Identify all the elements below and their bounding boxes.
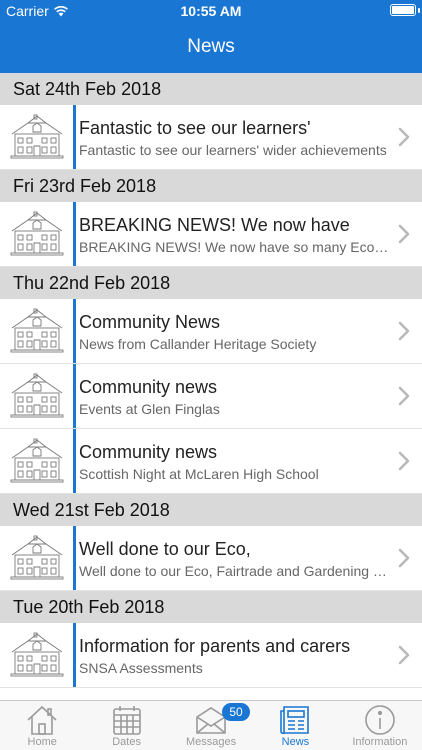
newspaper-icon: [253, 704, 337, 736]
news-item-subtitle: SNSA Assessments: [79, 660, 203, 676]
battery-tip: [418, 8, 420, 13]
news-item[interactable]: Information for parents and carers SNSA A…: [0, 623, 422, 688]
tab-label: Home: [27, 736, 57, 748]
news-item-subtitle: BREAKING NEWS! We now have so many Eco f…: [79, 239, 389, 255]
header: Carrier 10:55 AM News: [0, 0, 422, 73]
school-building-thumbnail: [8, 535, 66, 581]
tab-label: Dates: [112, 736, 141, 748]
tab-label: Messages: [185, 736, 237, 748]
tab-news[interactable]: News: [253, 701, 337, 750]
tab-information[interactable]: Information: [338, 701, 422, 750]
school-building-thumbnail: [8, 114, 66, 160]
news-item-title: BREAKING NEWS! We now have: [79, 215, 350, 235]
news-item-title: Fantastic to see our learners': [79, 118, 311, 138]
tab-home[interactable]: Home: [0, 701, 84, 750]
battery-icon: [390, 4, 416, 16]
news-item-subtitle: Scottish Night at McLaren High School: [79, 466, 319, 482]
news-item-subtitle: Events at Glen Finglas: [79, 401, 220, 417]
school-building-thumbnail: [8, 632, 66, 678]
chevron-right-icon: [398, 224, 410, 244]
section-header-date: Thu 22nd Feb 2018: [0, 267, 422, 299]
news-item[interactable]: Community News News from Callander Herita…: [0, 299, 422, 364]
info-icon: [338, 704, 422, 736]
status-time: 10:55 AM: [180, 3, 242, 19]
calendar-icon: [84, 704, 168, 736]
chevron-right-icon: [398, 127, 410, 147]
news-item[interactable]: BREAKING NEWS! We now have BREAKING NEWS!…: [0, 202, 422, 267]
news-list[interactable]: Sat 24th Feb 2018 Fantastic to see our le…: [0, 73, 422, 700]
news-item-title: Information for parents and carers: [79, 636, 351, 656]
news-item[interactable]: Community news Scottish Night at McLaren …: [0, 429, 422, 494]
news-item-subtitle: Fantastic to see our learners' wider ach…: [79, 142, 387, 158]
news-item-title: Community news: [79, 377, 218, 397]
status-bar: Carrier 10:55 AM: [0, 0, 422, 24]
school-building-thumbnail: [8, 211, 66, 257]
section-header-date: Sat 24th Feb 2018: [0, 73, 422, 105]
tab-bar: Home Dates Messages News Information: [0, 700, 422, 750]
school-building-thumbnail: [8, 373, 66, 419]
news-item-title: Community News: [79, 312, 221, 332]
accent-bar: [73, 105, 76, 169]
accent-bar: [73, 364, 76, 428]
news-item-subtitle: Well done to our Eco, Fairtrade and Gard…: [79, 563, 389, 579]
chevron-right-icon: [398, 386, 410, 406]
accent-bar: [73, 299, 76, 363]
news-item-subtitle: News from Callander Heritage Society: [79, 336, 317, 352]
news-item[interactable]: Well done to our Eco, Well done to our Ec…: [0, 526, 422, 591]
chevron-right-icon: [398, 451, 410, 471]
tab-label: Information: [352, 736, 408, 748]
section-header-date: Tue 20th Feb 2018: [0, 591, 422, 623]
accent-bar: [73, 202, 76, 266]
accent-bar: [73, 429, 76, 493]
news-item-title: Community news: [79, 442, 218, 462]
chevron-right-icon: [398, 645, 410, 665]
tab-dates[interactable]: Dates: [84, 701, 168, 750]
school-building-thumbnail: [8, 438, 66, 484]
section-header-date: Fri 23rd Feb 2018: [0, 170, 422, 202]
accent-bar: [73, 623, 76, 687]
chevron-right-icon: [398, 548, 410, 568]
messages-badge: 50: [222, 703, 250, 721]
news-item[interactable]: Community news Events at Glen Finglas: [0, 364, 422, 429]
section-header-date: Wed 21st Feb 2018: [0, 494, 422, 526]
home-icon: [0, 704, 84, 736]
school-building-thumbnail: [8, 308, 66, 354]
chevron-right-icon: [398, 321, 410, 341]
news-item[interactable]: Fantastic to see our learners' Fantastic …: [0, 105, 422, 170]
page-title: News: [187, 36, 235, 57]
accent-bar: [73, 526, 76, 590]
tab-label: News: [281, 736, 310, 748]
news-item-title: Well done to our Eco,: [79, 539, 251, 559]
